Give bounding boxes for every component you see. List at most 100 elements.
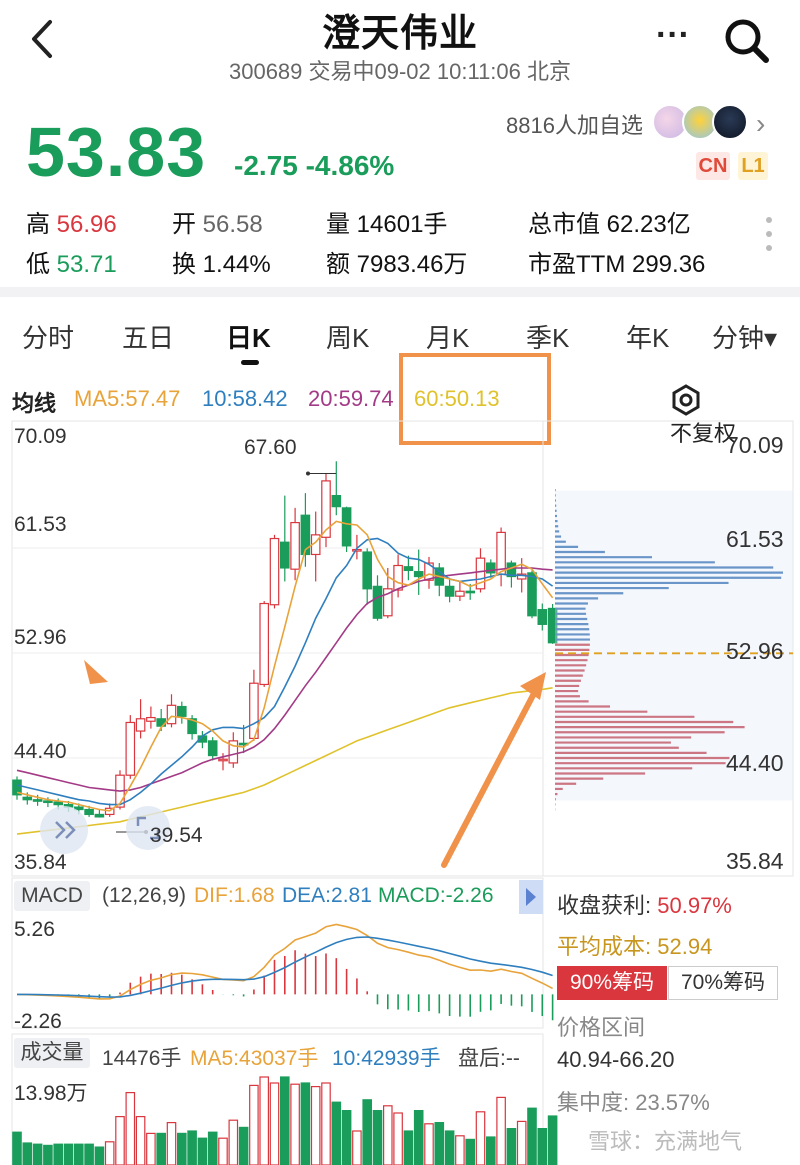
volume-bar <box>341 1109 352 1165</box>
candle <box>331 495 342 508</box>
candle <box>527 572 537 617</box>
volume-bar <box>393 1112 403 1165</box>
macd-dea: DEA:2.81 <box>282 884 372 907</box>
volume-bar <box>290 1083 300 1165</box>
volume-bar <box>444 1130 455 1165</box>
axis-left-label: 35.84 <box>14 851 67 874</box>
candle <box>280 541 290 569</box>
candle <box>496 531 506 575</box>
axis-right-label: 52.96 <box>726 638 784 664</box>
macd-tag[interactable]: MACD <box>14 881 90 911</box>
candle <box>207 740 218 757</box>
volume-bar <box>475 1111 486 1165</box>
candle <box>455 590 465 597</box>
candle <box>53 801 63 806</box>
candle <box>135 718 146 732</box>
macd-dif: DIF:1.68 <box>194 884 275 907</box>
axis-left-label: 61.53 <box>14 513 67 536</box>
axis-right-label: 61.53 <box>726 526 784 552</box>
candle <box>94 813 105 818</box>
volume-bar <box>455 1135 465 1165</box>
price-range-value: 40.94-66.20 <box>557 1047 675 1072</box>
min-price-marker: 39.54 <box>150 824 203 847</box>
candle <box>393 564 403 591</box>
candle <box>362 551 372 590</box>
max-marker-dot <box>306 471 310 476</box>
volume-bar <box>146 1132 156 1165</box>
candle <box>300 514 311 556</box>
volume-bar <box>506 1127 517 1165</box>
volume-top-label: 13.98万 <box>14 1082 88 1105</box>
volume-bar <box>413 1109 424 1165</box>
volume-bar <box>197 1137 208 1165</box>
max-price-marker: 67.60 <box>244 436 297 459</box>
volume-bar <box>547 1115 558 1165</box>
volume-bar <box>177 1132 187 1165</box>
volume-bar <box>259 1076 269 1165</box>
volume-bar <box>218 1137 228 1165</box>
volume-tag[interactable]: 成交量 <box>14 1038 90 1068</box>
price-range-label: 价格区间 <box>557 1015 646 1040</box>
chip-70-button[interactable]: 70%筹码 <box>668 966 778 1000</box>
volume-bar <box>352 1130 362 1165</box>
macd-value: MACD:-2.26 <box>378 884 494 907</box>
volume-bar <box>496 1096 506 1165</box>
chip-90-button[interactable]: 90%筹码 <box>557 966 667 1000</box>
candle <box>22 796 33 801</box>
average-cost: 平均成本: 52.94 <box>557 934 713 959</box>
candle <box>290 521 300 570</box>
volume-bar <box>12 1131 22 1165</box>
axis-right-label: 35.84 <box>726 848 784 874</box>
volume-bar <box>300 1082 311 1165</box>
candle <box>218 758 228 762</box>
candle <box>259 602 269 686</box>
volume-bar <box>228 1119 239 1165</box>
volume-bar <box>269 1082 280 1165</box>
candle <box>465 590 475 594</box>
volume-bar <box>104 1141 115 1165</box>
volume-bar <box>516 1120 527 1165</box>
macd-bottom-label: -2.26 <box>14 1010 62 1033</box>
volume-bar <box>486 1136 496 1165</box>
candle <box>413 571 424 578</box>
volume-bar <box>321 1082 331 1165</box>
profit-ratio: 收盘获利: 50.97% <box>557 893 732 918</box>
volume-bar <box>156 1132 166 1165</box>
volume-bar <box>465 1138 475 1165</box>
volume-bar <box>537 1127 548 1165</box>
volume-bar <box>63 1143 74 1165</box>
volume-ma10: 10:42939手 <box>332 1047 441 1070</box>
volume-bar <box>73 1143 84 1165</box>
volume-bar <box>53 1143 63 1165</box>
volume-bar <box>84 1143 94 1165</box>
volume-ma5: MA5:43037手 <box>190 1047 319 1070</box>
after-hours: 盘后:-- <box>458 1047 520 1070</box>
candle <box>403 566 414 572</box>
volume-bar <box>403 1130 414 1165</box>
volume-bar <box>135 1115 146 1165</box>
candle <box>321 480 331 538</box>
volume-bar <box>331 1101 342 1165</box>
volume-bar <box>362 1099 372 1165</box>
volume-bar <box>424 1123 434 1165</box>
candle <box>537 609 548 625</box>
volume-bar <box>187 1130 197 1165</box>
volume-bar <box>527 1107 537 1165</box>
volume-value: 14476手 <box>102 1047 182 1070</box>
candle <box>125 721 136 776</box>
axis-left-label: 44.40 <box>14 740 67 763</box>
macd-params: (12,26,9) <box>102 884 187 907</box>
macd-top-label: 5.26 <box>14 918 55 941</box>
volume-bar <box>383 1105 393 1165</box>
candle <box>269 537 280 606</box>
volume-bar <box>43 1144 53 1165</box>
candle <box>177 705 187 717</box>
volume-bar <box>166 1121 177 1165</box>
volume-bar <box>32 1143 43 1165</box>
axis-left-label: 70.09 <box>14 425 67 448</box>
volume-bar <box>22 1142 33 1165</box>
volume-bar <box>372 1109 383 1165</box>
candle <box>372 585 383 619</box>
volume-bar <box>207 1131 218 1165</box>
volume-bar <box>280 1076 290 1165</box>
